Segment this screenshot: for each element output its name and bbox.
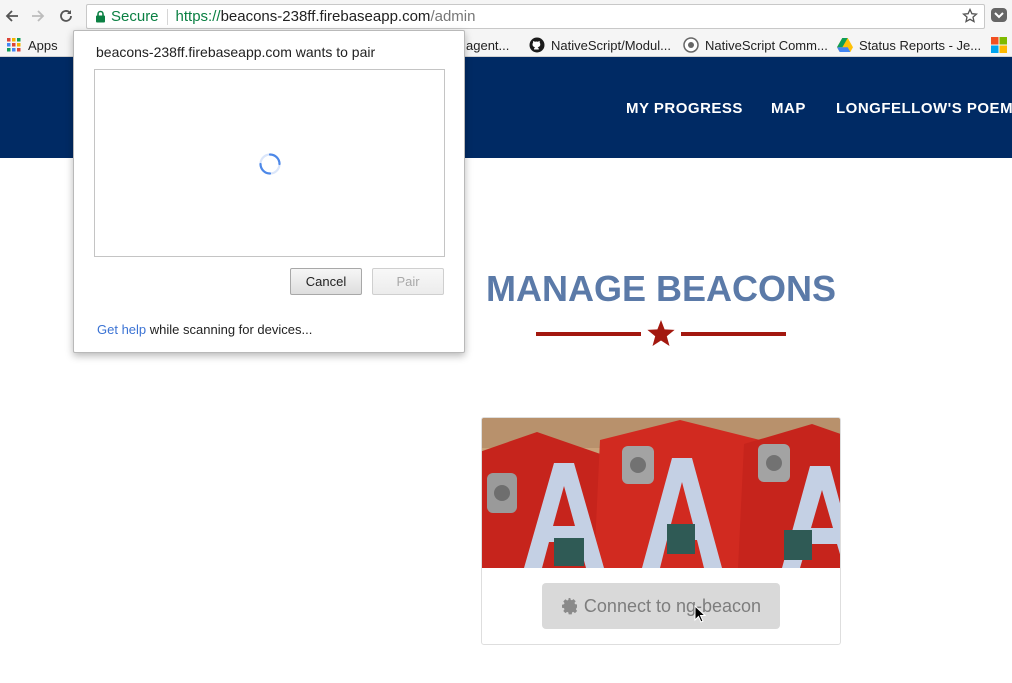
- bookmark-star-icon[interactable]: [961, 7, 979, 28]
- loading-spinner-icon: [259, 153, 281, 175]
- microsoft-logo-icon: [991, 37, 1007, 53]
- bookmark-label: agent...: [466, 37, 510, 53]
- dialog-help-text: Get help while scanning for devices...: [97, 322, 312, 337]
- gear-icon: [561, 598, 578, 615]
- beacon-photo: [482, 418, 840, 568]
- browser-window: Secure https://beacons-238ff.firebaseapp…: [0, 0, 1012, 683]
- page-title: MANAGE BEACONS: [485, 268, 836, 309]
- bookmark-apps[interactable]: Apps: [6, 36, 58, 54]
- github-icon: [529, 37, 545, 53]
- browser-toolbar: Secure https://beacons-238ff.firebaseapp…: [0, 0, 1012, 33]
- lock-icon: [95, 10, 107, 24]
- dialog-title: beacons-238ff.firebaseapp.com wants to p…: [96, 44, 376, 60]
- title-divider-right: [681, 332, 786, 336]
- star-icon: [647, 320, 675, 346]
- help-text: while scanning for devices...: [146, 322, 313, 337]
- forward-icon[interactable]: [28, 6, 48, 26]
- bookmark-label: Status Reports - Je...: [859, 37, 982, 53]
- pocket-extension-icon[interactable]: [990, 6, 1008, 29]
- title-divider-left: [536, 332, 641, 336]
- bookmark-status-reports[interactable]: Status Reports - Je...: [837, 36, 981, 54]
- bookmark-label: NativeScript Comm...: [705, 37, 828, 53]
- beacon-card: Connect to ng-beacon: [481, 417, 841, 645]
- omnibox-separator: [166, 8, 168, 25]
- nav-longfellows-poem[interactable]: LONGFELLOW'S POEM: [836, 100, 1012, 117]
- secure-label: Secure: [111, 8, 159, 25]
- bluetooth-pair-dialog: beacons-238ff.firebaseapp.com wants to p…: [73, 30, 465, 353]
- connect-button-label: Connect to ng-beacon: [583, 595, 762, 616]
- pair-button[interactable]: Pair: [372, 268, 444, 295]
- reload-icon[interactable]: [56, 6, 76, 26]
- cancel-button[interactable]: Cancel: [290, 268, 362, 295]
- nav-my-progress[interactable]: MY PROGRESS: [626, 100, 743, 117]
- device-list[interactable]: [94, 69, 445, 257]
- bookmark-label: Apps: [28, 37, 58, 53]
- bookmark-microsoft[interactable]: [991, 36, 1012, 54]
- url-host: beacons-238ff.firebaseapp.com: [220, 8, 431, 25]
- bookmark-nativescript-community[interactable]: NativeScript Comm...: [683, 36, 828, 54]
- address-bar[interactable]: Secure https://beacons-238ff.firebaseapp…: [86, 4, 985, 29]
- url-scheme: https://: [175, 8, 221, 25]
- get-help-link[interactable]: Get help: [97, 322, 146, 337]
- nav-map[interactable]: MAP: [771, 100, 806, 117]
- back-icon[interactable]: [2, 6, 22, 26]
- bookmark-nativescript-modules[interactable]: NativeScript/Modul...: [529, 36, 671, 54]
- mouse-cursor-icon: [694, 605, 706, 623]
- connect-beacon-button[interactable]: Connect to ng-beacon: [542, 583, 780, 629]
- apps-grid-icon: [6, 37, 22, 53]
- google-drive-icon: [837, 37, 853, 53]
- url-path: /admin: [430, 8, 476, 25]
- bookmark-management[interactable]: agent...: [466, 36, 509, 54]
- bookmark-label: NativeScript/Modul...: [551, 37, 671, 53]
- chat-bubble-icon: [683, 37, 699, 53]
